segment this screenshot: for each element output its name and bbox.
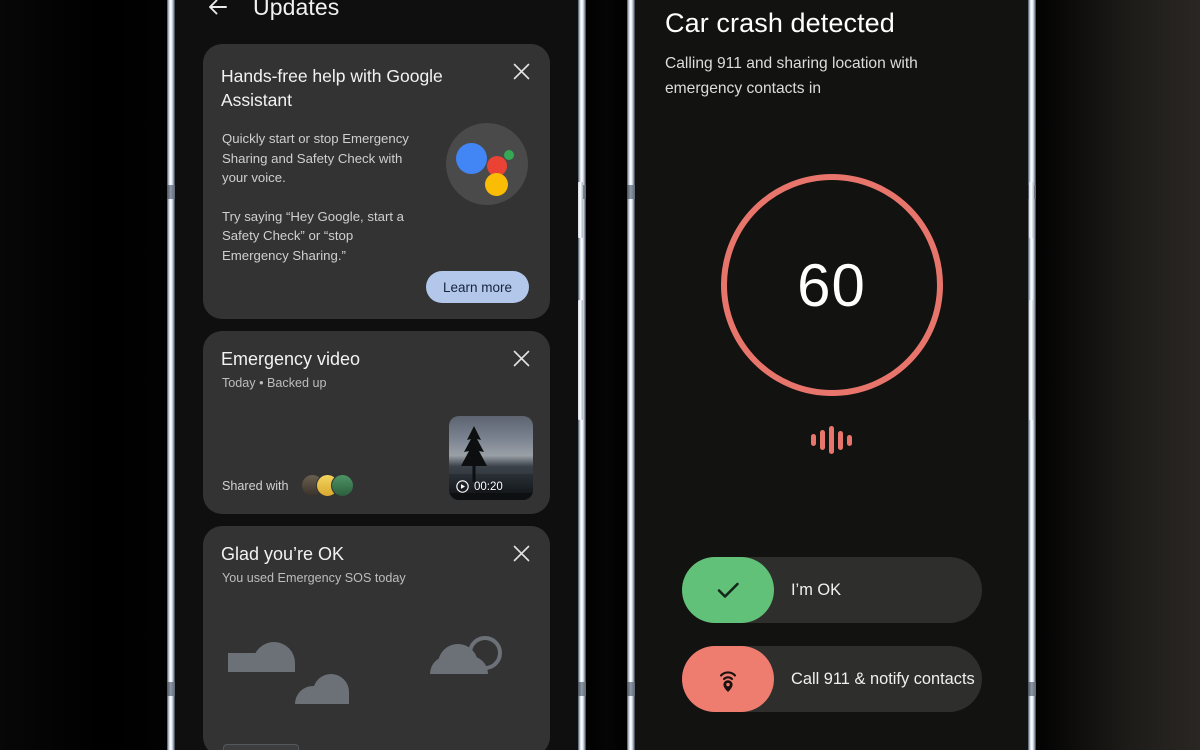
video-thumbnail[interactable]: 00:20 xyxy=(449,416,533,500)
countdown-ring: 60 xyxy=(720,174,943,396)
play-circle-icon xyxy=(456,480,469,493)
card-subtitle: Today • Backed up xyxy=(222,376,327,390)
crash-alert-subtitle: Calling 911 and sharing location with em… xyxy=(665,55,918,97)
voice-waveform-icon xyxy=(627,423,1036,457)
shared-with-row: Shared with xyxy=(222,474,359,497)
card-body-paragraph-1: Quickly start or stop Emergency Sharing … xyxy=(222,131,409,185)
power-button-right-phone[interactable] xyxy=(1029,182,1034,238)
cloud-shape xyxy=(313,674,349,704)
assistant-dot-blue xyxy=(456,143,487,174)
close-icon[interactable] xyxy=(506,56,536,86)
card-partial-element xyxy=(223,744,299,750)
card-body: Quickly start or stop Emergency Sharing … xyxy=(222,129,422,265)
volume-button-right-phone[interactable] xyxy=(1029,300,1034,420)
avatar-group[interactable] xyxy=(300,474,359,497)
card-subtitle: You used Emergency SOS today xyxy=(222,571,406,585)
thumbnail-tree-silhouette xyxy=(461,426,487,482)
thumbnail-road xyxy=(449,493,533,500)
card-hands-free-assistant[interactable]: Hands-free help with Google Assistant Qu… xyxy=(203,44,550,319)
screenshot-stage: Updates Hands-free help with Google Assi… xyxy=(0,0,1200,750)
im-ok-label: I’m OK xyxy=(791,580,842,599)
learn-more-button[interactable]: Learn more xyxy=(425,271,529,303)
card-body-paragraph-2: Try saying “Hey Google, start a Safety C… xyxy=(222,208,405,263)
backdrop-left xyxy=(0,0,168,750)
checkmark-icon xyxy=(682,557,774,623)
back-arrow-icon[interactable] xyxy=(205,0,231,20)
card-title: Emergency video xyxy=(221,349,361,369)
close-icon[interactable] xyxy=(506,538,536,568)
avatar xyxy=(330,474,354,497)
video-duration: 00:20 xyxy=(474,480,503,493)
card-title: Glad you’re OK xyxy=(221,544,345,564)
backdrop-middle xyxy=(586,0,628,750)
card-glad-youre-ok[interactable]: Glad you’re OK You used Emergency SOS to… xyxy=(203,526,550,750)
countdown-value: 60 xyxy=(797,251,866,319)
countdown-ring-wrapper: 60 xyxy=(627,174,1036,396)
im-ok-button[interactable]: I’m OK xyxy=(682,557,982,623)
call-911-button[interactable]: Call 911 & notify contacts xyxy=(682,646,982,712)
video-duration-badge: 00:20 xyxy=(456,480,503,493)
assistant-dot-green xyxy=(504,150,514,160)
crash-alert-title: Car crash detected xyxy=(665,8,895,38)
assistant-dot-yellow xyxy=(485,173,508,196)
google-assistant-icon xyxy=(446,123,528,205)
screen-updates: Updates Hands-free help with Google Assi… xyxy=(167,0,586,750)
card-title: Hands-free help with Google Assistant xyxy=(221,66,443,110)
volume-button-left-phone[interactable] xyxy=(578,300,583,420)
shared-with-label: Shared with xyxy=(222,478,289,493)
power-button-left-phone[interactable] xyxy=(578,182,583,238)
backdrop-right xyxy=(1036,0,1200,750)
close-icon[interactable] xyxy=(506,343,536,373)
call-911-label: Call 911 & notify contacts xyxy=(791,669,975,688)
page-title: Updates xyxy=(253,0,340,20)
phone-left: Updates Hands-free help with Google Assi… xyxy=(167,0,586,750)
card-emergency-video[interactable]: Emergency video Today • Backed up Shared… xyxy=(203,331,550,514)
location-broadcast-pin-icon xyxy=(682,646,774,712)
phone-right: Car crash detected Calling 911 and shari… xyxy=(627,0,1036,750)
cloud-shape xyxy=(253,642,295,672)
updates-header: Updates xyxy=(205,0,339,28)
screen-car-crash-detected: Car crash detected Calling 911 and shari… xyxy=(627,0,1036,750)
